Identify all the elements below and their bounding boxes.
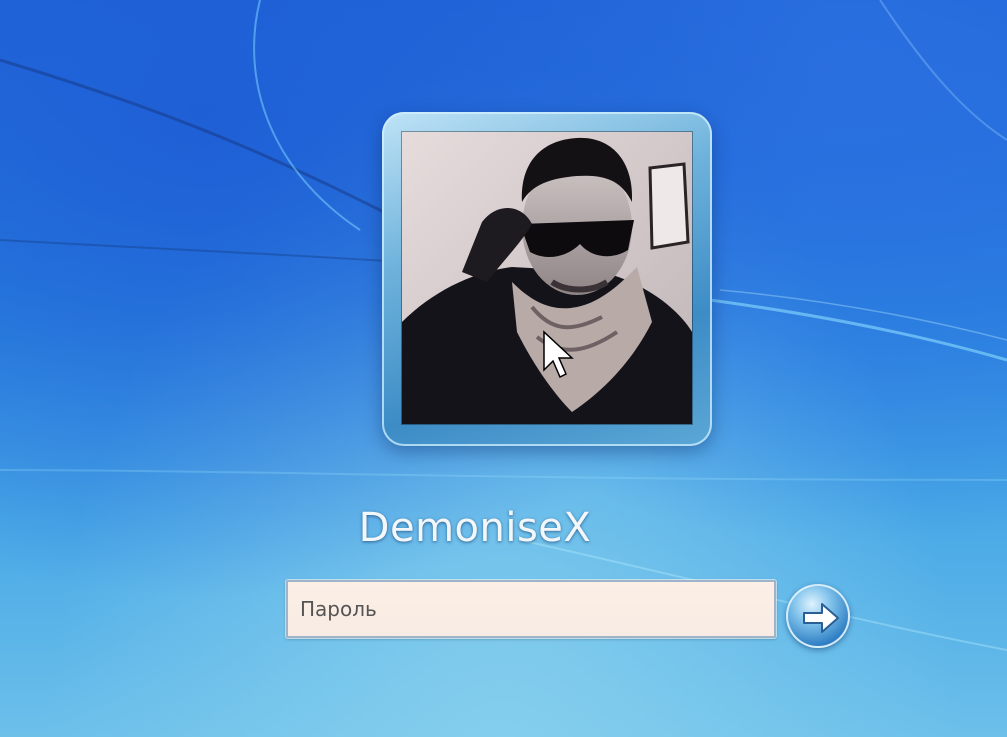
- user-photo: [402, 132, 692, 424]
- user-tile[interactable]: [382, 112, 712, 446]
- arrow-right-icon: [803, 603, 839, 633]
- username-label: DemoniseX: [358, 505, 592, 551]
- password-field[interactable]: [286, 580, 776, 638]
- submit-button[interactable]: [786, 584, 850, 648]
- user-photo-image: [402, 132, 692, 424]
